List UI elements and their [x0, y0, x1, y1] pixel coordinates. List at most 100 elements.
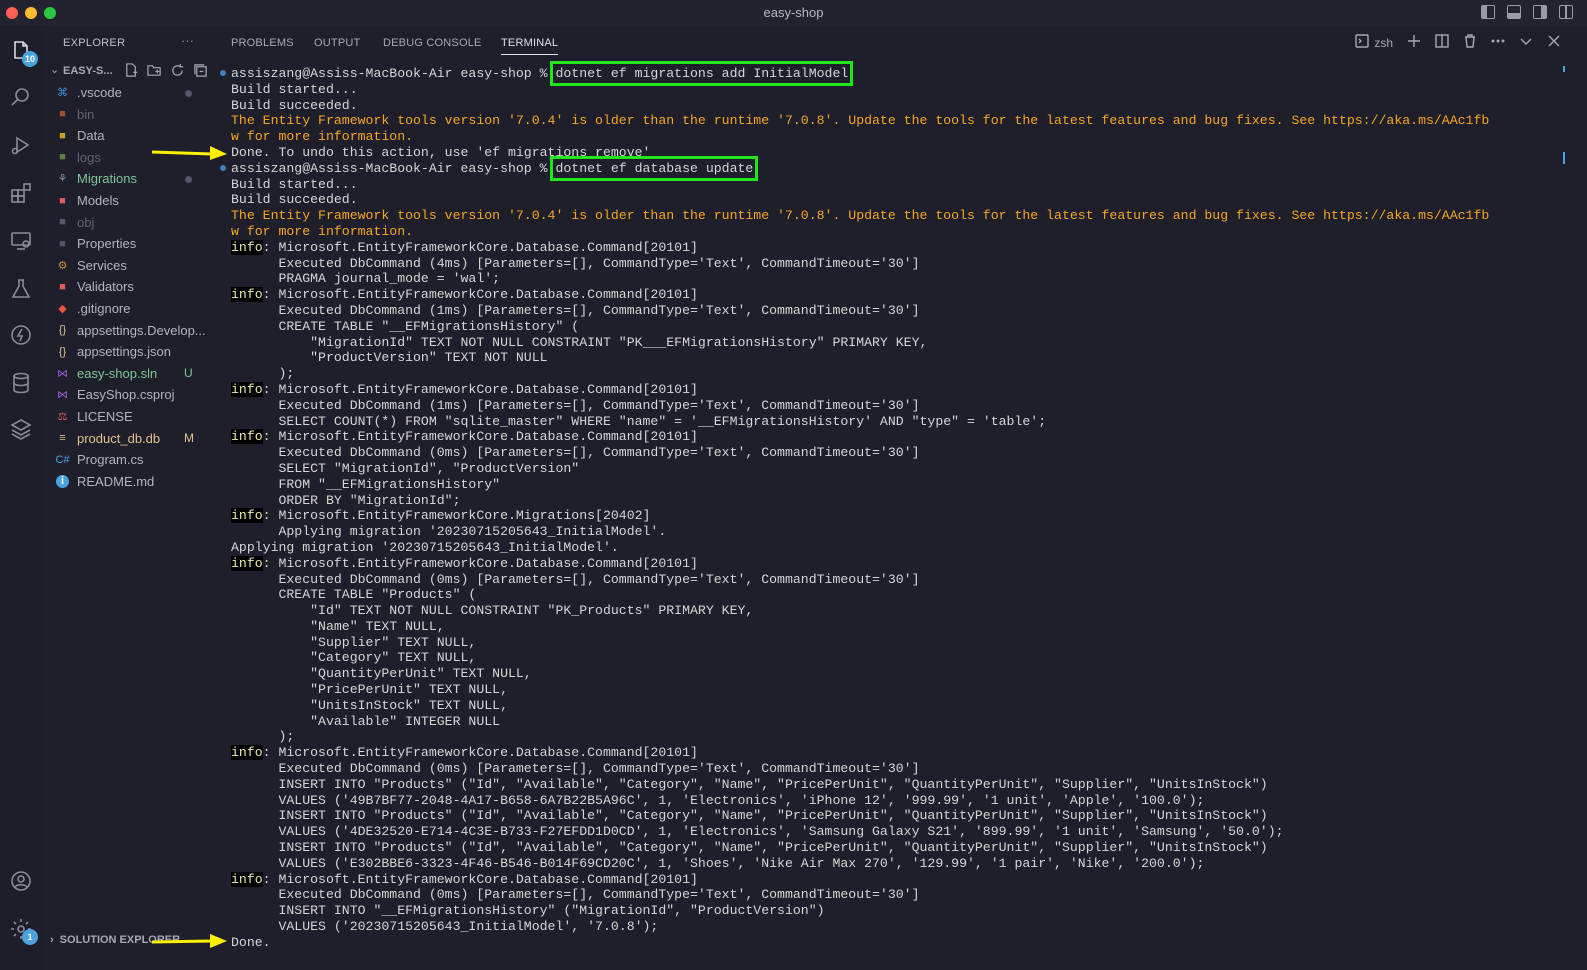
- toggle-secondary-sidebar-icon[interactable]: [1533, 5, 1547, 19]
- collapse-all-icon[interactable]: [193, 63, 208, 78]
- terminal-line: "Id" TEXT NOT NULL CONSTRAINT "PK_Produc…: [231, 603, 754, 619]
- tree-item-label: Data: [77, 128, 105, 144]
- prompt: assiszang@Assiss-MacBook-Air easy-shop %: [231, 66, 556, 81]
- toggle-primary-sidebar-icon[interactable]: [1481, 5, 1495, 19]
- info-text: : Microsoft.EntityFrameworkCore.Database…: [262, 871, 698, 887]
- tree-item-label: Properties: [77, 236, 137, 252]
- toggle-panel-icon[interactable]: [1507, 5, 1521, 19]
- database-icon[interactable]: [8, 370, 34, 396]
- migrations-folder-icon: ⚘: [57, 173, 68, 186]
- new-folder-icon[interactable]: [147, 63, 162, 78]
- customize-layout-icon[interactable]: [1559, 5, 1573, 19]
- remote-explorer-icon[interactable]: [8, 228, 34, 254]
- tree-item[interactable]: i README.md: [44, 471, 212, 492]
- split-terminal-icon[interactable]: [1435, 34, 1449, 51]
- tree-item-label: Program.cs: [77, 452, 144, 468]
- close-panel-icon[interactable]: [1547, 34, 1561, 51]
- tree-item-label: obj: [77, 214, 95, 230]
- search-icon[interactable]: [8, 84, 34, 110]
- terminal-warning-line: w for more information.: [231, 223, 414, 239]
- terminal-line: VALUES ('E302BBE6-3323-4F46-B546-B014F69…: [231, 855, 1205, 871]
- sidebar-header: EXPLORER: [63, 37, 126, 49]
- tree-item[interactable]: ⚙ Services: [44, 255, 212, 276]
- obj-folder-icon: ■: [59, 216, 66, 229]
- tree-item[interactable]: ■ Models: [44, 190, 212, 211]
- tree-item[interactable]: ■ Data: [44, 125, 212, 146]
- terminal-line: VALUES ('49B7BF77-2048-4A17-B658-6A7B22B…: [231, 792, 1205, 808]
- terminal-line: FROM "__EFMigrationsHistory": [231, 476, 501, 492]
- tree-item[interactable]: {} appsettings.Develop...: [44, 320, 212, 341]
- terminal-shell-selector[interactable]: zsh: [1355, 34, 1393, 51]
- validators-folder-icon: ■: [59, 280, 66, 293]
- tree-item[interactable]: C# Program.cs: [44, 449, 212, 470]
- database-icon: ≡: [59, 432, 66, 445]
- layers-icon[interactable]: [8, 416, 34, 442]
- tree-item[interactable]: ■ bin: [44, 104, 212, 125]
- terminal-info-line: info: Microsoft.EntityFrameworkCore.Data…: [231, 555, 1561, 572]
- terminal-line: Executed DbCommand (1ms) [Parameters=[],…: [231, 397, 920, 413]
- csharp-icon: C#: [55, 453, 70, 466]
- tree-item[interactable]: ⋈ easy-shop.sln U: [44, 363, 212, 384]
- accounts-icon[interactable]: [8, 868, 34, 894]
- new-terminal-plus-icon[interactable]: [1407, 34, 1421, 51]
- trash-icon[interactable]: [1463, 34, 1477, 51]
- settings-gear-icon[interactable]: 1: [8, 916, 38, 945]
- extensions-icon[interactable]: [8, 180, 34, 206]
- prompt-marker: [220, 70, 226, 76]
- terminal-line: SELECT COUNT(*) FROM "sqlite_master" WHE…: [231, 413, 1047, 429]
- terminal-line: ORDER BY "MigrationId";: [231, 492, 461, 508]
- terminal-line: INSERT INTO "Products" ("Id", "Available…: [231, 840, 1268, 856]
- workspace-folder[interactable]: ⌄ EASY-S...: [50, 62, 212, 82]
- tree-item[interactable]: ■ Validators: [44, 276, 212, 297]
- terminal-info-line: info: Microsoft.EntityFrameworkCore.Data…: [231, 871, 1561, 888]
- tree-item[interactable]: ■ Properties: [44, 233, 212, 254]
- info-tag: info: [231, 871, 263, 887]
- terminal-info-line: info: Microsoft.EntityFrameworkCore.Data…: [231, 745, 1561, 761]
- activity-bar: 10 1: [0, 26, 44, 970]
- tree-item[interactable]: ⚘ Migrations: [44, 168, 212, 189]
- chevron-right-icon: ›: [50, 934, 54, 946]
- terminal-line: "Supplier" TEXT NULL,: [231, 634, 477, 650]
- terminal-line: INSERT INTO "__EFMigrationsHistory" ("Mi…: [231, 903, 825, 919]
- refresh-icon[interactable]: [170, 63, 185, 78]
- info-text: : Microsoft.EntityFrameworkCore.Migratio…: [262, 508, 651, 524]
- tree-item[interactable]: ◆ .gitignore: [44, 298, 212, 319]
- terminal-line: Executed DbCommand (0ms) [Parameters=[],…: [231, 571, 920, 587]
- tab-debug-console[interactable]: DEBUG CONSOLE: [383, 37, 482, 49]
- terminal-line: "Available" INTEGER NULL: [231, 713, 501, 729]
- terminal-line: Applying migration '20230715205643_Initi…: [231, 539, 619, 555]
- tab-problems[interactable]: PROBLEMS: [231, 37, 294, 49]
- tree-item-label: EasyShop.csproj: [77, 387, 175, 403]
- maximize-panel-chevron-icon[interactable]: [1519, 34, 1533, 51]
- terminal-info-line: info: Microsoft.EntityFrameworkCore.Data…: [231, 287, 1561, 303]
- tree-item-label: product_db.db: [77, 430, 161, 446]
- tree-item[interactable]: {} appsettings.json: [44, 341, 212, 362]
- run-debug-icon[interactable]: [8, 132, 34, 158]
- sidebar-more-button[interactable]: ···: [181, 33, 194, 48]
- json-icon: {}: [58, 345, 67, 358]
- thunder-client-icon[interactable]: [8, 322, 34, 348]
- terminal-icon: [1355, 34, 1370, 51]
- tree-item[interactable]: ⌘ .vscode: [44, 82, 212, 103]
- terminal-output[interactable]: assiszang@Assiss-MacBook-Air easy-shop %…: [220, 61, 1561, 966]
- tree-item[interactable]: ≡ product_db.db M: [44, 428, 212, 449]
- more-actions-icon[interactable]: [1491, 34, 1505, 51]
- tab-output[interactable]: OUTPUT: [314, 37, 360, 49]
- terminal-line: "PricePerUnit" TEXT NULL,: [231, 682, 508, 698]
- terminal-line: "MigrationId" TEXT NOT NULL CONSTRAINT "…: [231, 334, 928, 350]
- title-bar: easy-shop: [0, 0, 1587, 26]
- tree-item[interactable]: ⋈ EasyShop.csproj: [44, 384, 212, 405]
- terminal-line: );: [231, 729, 295, 745]
- new-file-icon[interactable]: [124, 63, 139, 78]
- testing-icon[interactable]: [8, 276, 34, 302]
- explorer-icon[interactable]: 10: [8, 38, 38, 67]
- tab-terminal[interactable]: TERMINAL: [501, 37, 559, 55]
- terminal-line: Done. To undo this action, use 'ef migra…: [231, 144, 651, 160]
- info-text: : Microsoft.EntityFrameworkCore.Database…: [262, 239, 698, 255]
- tree-item[interactable]: ■ obj: [44, 212, 212, 233]
- terminal-warning-line: w for more information.: [231, 129, 414, 145]
- window-title: easy-shop: [763, 5, 824, 20]
- tree-item-label: Validators: [77, 279, 134, 295]
- terminal-line: Executed DbCommand (4ms) [Parameters=[],…: [231, 255, 920, 271]
- tree-item[interactable]: ⚖ LICENSE: [44, 406, 212, 427]
